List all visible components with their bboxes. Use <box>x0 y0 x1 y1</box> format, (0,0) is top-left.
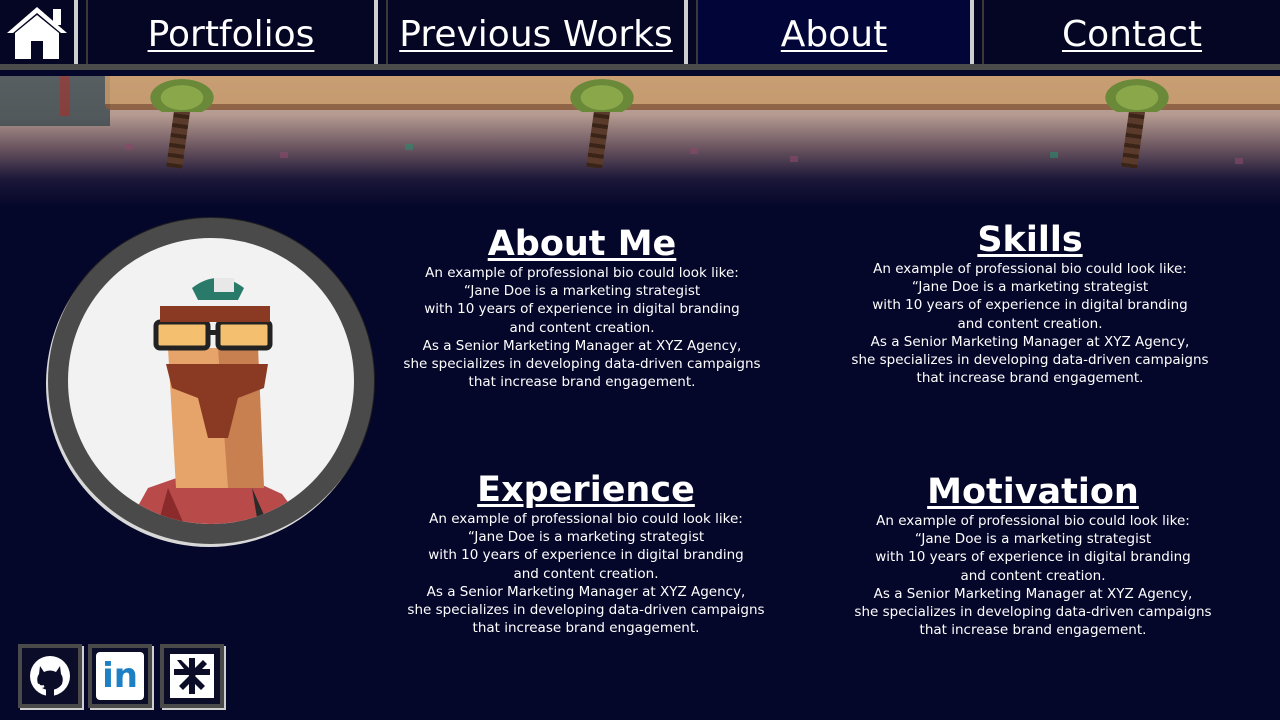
pebble <box>125 144 133 150</box>
avatar-illustration <box>128 278 304 524</box>
skills-section: Skills An example of professional bio co… <box>840 220 1220 387</box>
experience-section: Experience An example of professional bi… <box>396 470 776 637</box>
section-body: An example of professional bio could loo… <box>851 261 1209 387</box>
linkedin-icon: in <box>96 652 144 700</box>
nav-item-about[interactable]: About <box>696 0 974 64</box>
home-icon <box>7 7 67 59</box>
nav-item-label: About <box>780 13 888 55</box>
nav-item-contact[interactable]: Contact <box>982 0 1280 64</box>
github-link[interactable] <box>18 644 82 708</box>
pebble <box>1235 158 1243 164</box>
section-body: An example of professional bio could loo… <box>403 265 761 391</box>
nav-item-label: Contact <box>1061 13 1203 55</box>
pebble <box>1050 152 1058 158</box>
section-title: About Me <box>487 224 677 264</box>
nav-item-previous-works[interactable]: Previous Works <box>386 0 688 64</box>
pebble <box>405 144 413 150</box>
about-me-section: About Me An example of professional bio … <box>392 224 772 391</box>
pebble <box>790 156 798 162</box>
section-body: An example of professional bio could loo… <box>407 511 765 637</box>
nav-item-label: Portfolios <box>147 13 315 55</box>
motivation-section: Motivation An example of professional bi… <box>843 472 1223 639</box>
linktree-link[interactable] <box>160 644 224 708</box>
pebble <box>690 148 698 154</box>
nav-item-label: Previous Works <box>399 13 673 55</box>
nav-item-portfolios[interactable]: Portfolios <box>86 0 378 64</box>
section-title: Motivation <box>927 472 1139 512</box>
section-title: Experience <box>477 470 695 510</box>
linktree-icon <box>170 654 214 698</box>
dock-decoration <box>0 76 110 126</box>
github-icon <box>30 656 70 696</box>
top-nav: Portfolios Previous Works About Contact <box>0 0 1280 70</box>
section-body: An example of professional bio could loo… <box>854 513 1212 639</box>
profile-avatar <box>48 218 374 544</box>
pebble <box>280 152 288 158</box>
linkedin-icon-text: in <box>102 656 138 696</box>
linkedin-link[interactable]: in <box>88 644 152 708</box>
home-button[interactable] <box>0 0 78 64</box>
section-title: Skills <box>977 220 1083 260</box>
page: Portfolios Previous Works About Contact <box>0 0 1280 720</box>
hero-banner <box>0 76 1280 206</box>
